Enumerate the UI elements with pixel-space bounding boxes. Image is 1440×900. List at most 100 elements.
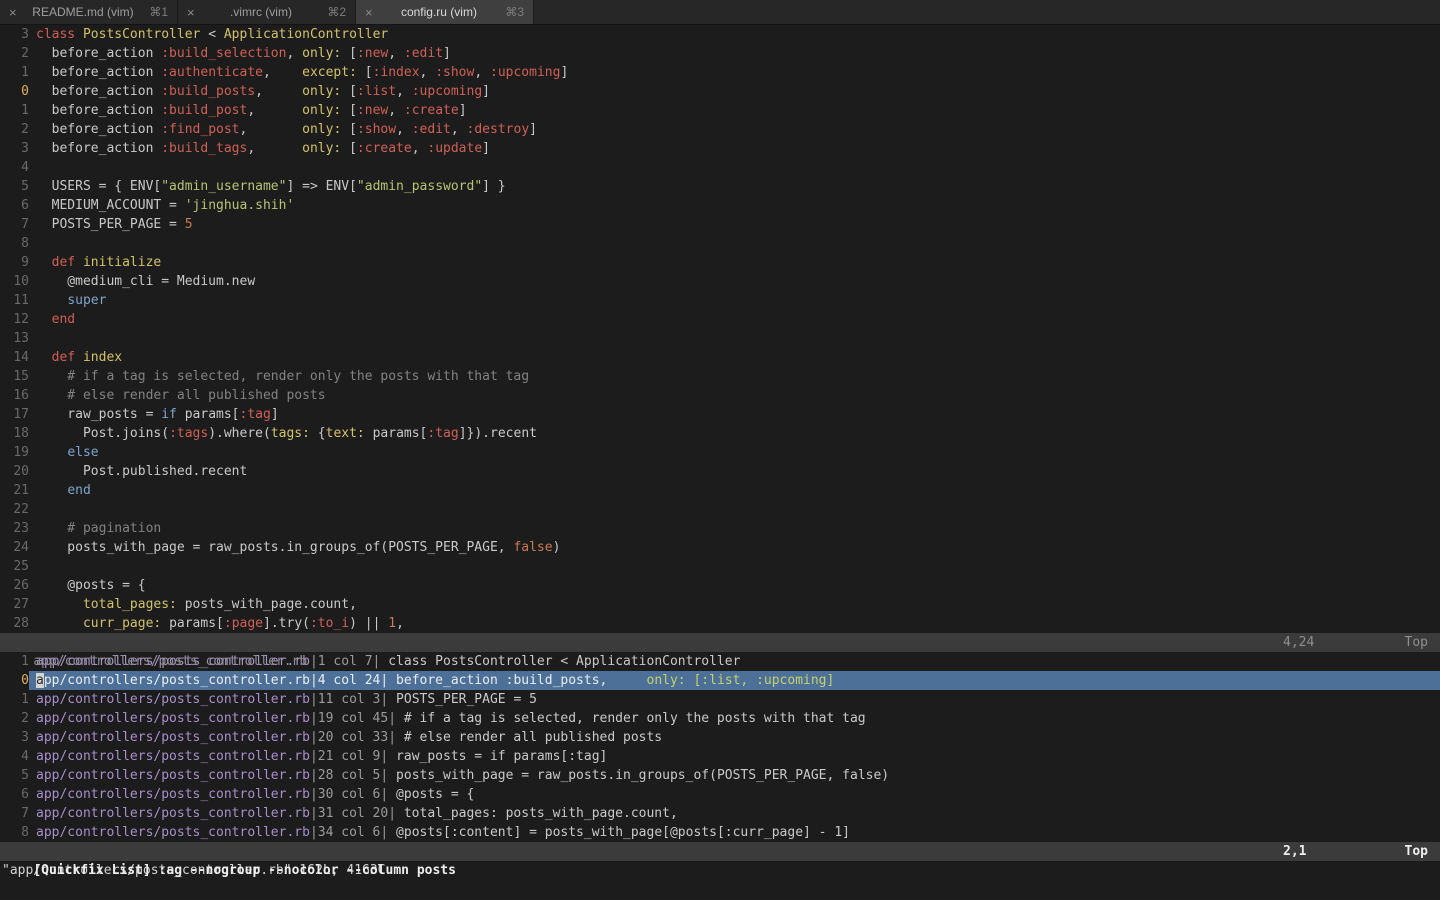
editor-line[interactable]: 19 else (0, 443, 1440, 462)
editor-line[interactable]: 24 posts_with_page = raw_posts.in_groups… (0, 538, 1440, 557)
editor-line[interactable]: 5 USERS = { ENV["admin_username"] => ENV… (0, 177, 1440, 196)
syntax-token: raw_posts = (36, 407, 162, 422)
syntax-token: before_action (36, 84, 162, 99)
syntax-token: , (286, 46, 303, 61)
editor-line[interactable]: 1 before_action :authenticate, except: [… (0, 63, 1440, 82)
syntax-token: , (419, 65, 436, 80)
line-number: 14 (13, 350, 29, 365)
syntax-token: "admin_password" (356, 179, 483, 194)
editor-line[interactable]: 21 end (0, 481, 1440, 500)
editor-line[interactable]: 10 @medium_cli = Medium.new (0, 272, 1440, 291)
line-number: 1 (21, 65, 29, 80)
code-text: before_action :build_tags, only: [:creat… (29, 139, 1440, 158)
editor-line[interactable]: 2 before_action :find_post, only: [:show… (0, 120, 1440, 139)
tab-config-ru[interactable]: × config.ru (vim) ⌘3 (356, 0, 534, 24)
quickfix-row[interactable]: 3 app/controllers/posts_controller.rb|20 … (0, 728, 1440, 747)
editor-line[interactable]: 3 before_action :build_tags, only: [:cre… (0, 139, 1440, 158)
editor-line[interactable]: 14 def index (0, 348, 1440, 367)
editor-line[interactable]: 13 (0, 329, 1440, 348)
editor-line[interactable]: 18 Post.joins(:tags).where(tags: {text: … (0, 424, 1440, 443)
code-text: end (29, 481, 1440, 500)
statusline-editor[interactable]: app/controllers/posts_controller.rb 4,24… (0, 633, 1440, 669)
syntax-token: [ (341, 84, 357, 99)
line-number: 16 (13, 388, 29, 403)
line-number: 5 (21, 179, 29, 194)
syntax-token: end (67, 483, 91, 498)
syntax-token: except: (302, 65, 357, 80)
editor-line[interactable]: 0 before_action :build_posts, only: [:li… (0, 82, 1440, 101)
syntax-token: USERS = { ENV[ (36, 179, 162, 194)
syntax-token: :new (356, 46, 389, 61)
close-icon[interactable]: × (9, 5, 17, 20)
syntax-token: :build_tags (161, 141, 248, 156)
syntax-token: MEDIUM_ACCOUNT = (36, 198, 185, 213)
line-number: 6 (21, 787, 29, 802)
syntax-token: app/controllers/posts_controller.rb (36, 711, 310, 726)
editor-line[interactable]: 28 curr_page: params[:page].try(:to_i) |… (0, 614, 1440, 633)
syntax-token: ] => ENV[ (286, 179, 357, 194)
line-number: 7 (21, 217, 29, 232)
code-text: app/controllers/posts_controller.rb|28 c… (29, 766, 1440, 785)
editor-line[interactable]: 16 # else render all published posts (0, 386, 1440, 405)
syntax-token: def (51, 255, 83, 270)
syntax-token: :find_post (161, 122, 240, 137)
syntax-token: |30 col 6| (309, 787, 389, 802)
quickfix-row[interactable]: 0app/controllers/posts_controller.rb|4 c… (0, 671, 1440, 690)
syntax-token: :create (356, 141, 412, 156)
syntax-token: POSTS_PER_PAGE = (36, 217, 185, 232)
quickfix-row[interactable]: 2 app/controllers/posts_controller.rb|19 … (0, 709, 1440, 728)
editor-line[interactable]: 9 def initialize (0, 253, 1440, 272)
syntax-token: :authenticate (161, 65, 263, 80)
editor-line[interactable]: 6 MEDIUM_ACCOUNT = 'jinghua.shih' (0, 196, 1440, 215)
scroll-indicator: Top (1404, 844, 1428, 859)
syntax-token: :index (372, 65, 420, 80)
line-number: 0 (21, 84, 29, 99)
close-icon[interactable]: × (187, 5, 195, 20)
editor-line[interactable]: 1 before_action :build_post, only: [:new… (0, 101, 1440, 120)
cursor-position: 2,1 (1283, 844, 1307, 859)
line-number: 23 (13, 521, 29, 536)
quickfix-row[interactable]: 5 app/controllers/posts_controller.rb|28 … (0, 766, 1440, 785)
quickfix-row[interactable]: 1app/controllers/posts_controller.rb|11 … (0, 690, 1440, 709)
editor-line[interactable]: 20 Post.published.recent (0, 462, 1440, 481)
editor-line[interactable]: 7 POSTS_PER_PAGE = 5 (0, 215, 1440, 234)
editor-line[interactable]: 15 # if a tag is selected, render only t… (0, 367, 1440, 386)
quickfix-row[interactable]: 4 app/controllers/posts_controller.rb|21 … (0, 747, 1440, 766)
syntax-token: # if a tag is selected, render only the … (36, 369, 530, 384)
syntax-token: # else render all published posts (396, 730, 663, 745)
syntax-token: { (309, 426, 326, 441)
editor-line[interactable]: 25 (0, 557, 1440, 576)
quickfix-row[interactable]: 8 app/controllers/posts_controller.rb|34 … (0, 823, 1440, 842)
quickfix-row[interactable]: 7 app/controllers/posts_controller.rb|31 … (0, 804, 1440, 823)
tab-shortcut: ⌘2 (327, 5, 346, 19)
editor-line[interactable]: 26 @posts = { (0, 576, 1440, 595)
editor-line[interactable]: 17 raw_posts = if params[:tag] (0, 405, 1440, 424)
tab-vimrc[interactable]: × .vimrc (vim) ⌘2 (178, 0, 356, 24)
code-text: # if a tag is selected, render only the … (29, 367, 1440, 386)
editor-line[interactable]: 22 (0, 500, 1440, 519)
editor-line[interactable]: 11 super (0, 291, 1440, 310)
syntax-token: false (513, 540, 553, 555)
code-text: before_action :authenticate, except: [:i… (29, 63, 1440, 82)
editor-line[interactable]: 4 (0, 158, 1440, 177)
code-text: before_action :find_post, only: [:show, … (29, 120, 1440, 139)
editor-line[interactable]: 8 (0, 234, 1440, 253)
syntax-token: ] (560, 65, 569, 80)
code-text: # else render all published posts (29, 386, 1440, 405)
editor-line[interactable]: 12 end (0, 310, 1440, 329)
quickfix-row[interactable]: 6 app/controllers/posts_controller.rb|30 … (0, 785, 1440, 804)
close-icon[interactable]: × (365, 5, 373, 20)
syntax-token: @posts[:content] = posts_with_page[@post… (388, 825, 850, 840)
editor-line[interactable]: 27 total_pages: posts_with_page.count, (0, 595, 1440, 614)
code-text: total_pages: posts_with_page.count, (29, 595, 1440, 614)
syntax-token: :build_posts (161, 84, 256, 99)
editor-line[interactable]: 23 # pagination (0, 519, 1440, 538)
syntax-token: |20 col 33| (309, 730, 397, 745)
syntax-token: ] (529, 122, 537, 137)
editor-line[interactable]: 3 class PostsController < ApplicationCont… (0, 25, 1440, 44)
line-number: 4 (21, 749, 29, 764)
editor-line[interactable]: 2 before_action :build_selection, only: … (0, 44, 1440, 63)
tab-readme[interactable]: × README.md (vim) ⌘1 (0, 0, 178, 24)
statusline-quickfix[interactable]: [Quickfix List] :ag --nogroup --nocolor … (0, 842, 1440, 878)
